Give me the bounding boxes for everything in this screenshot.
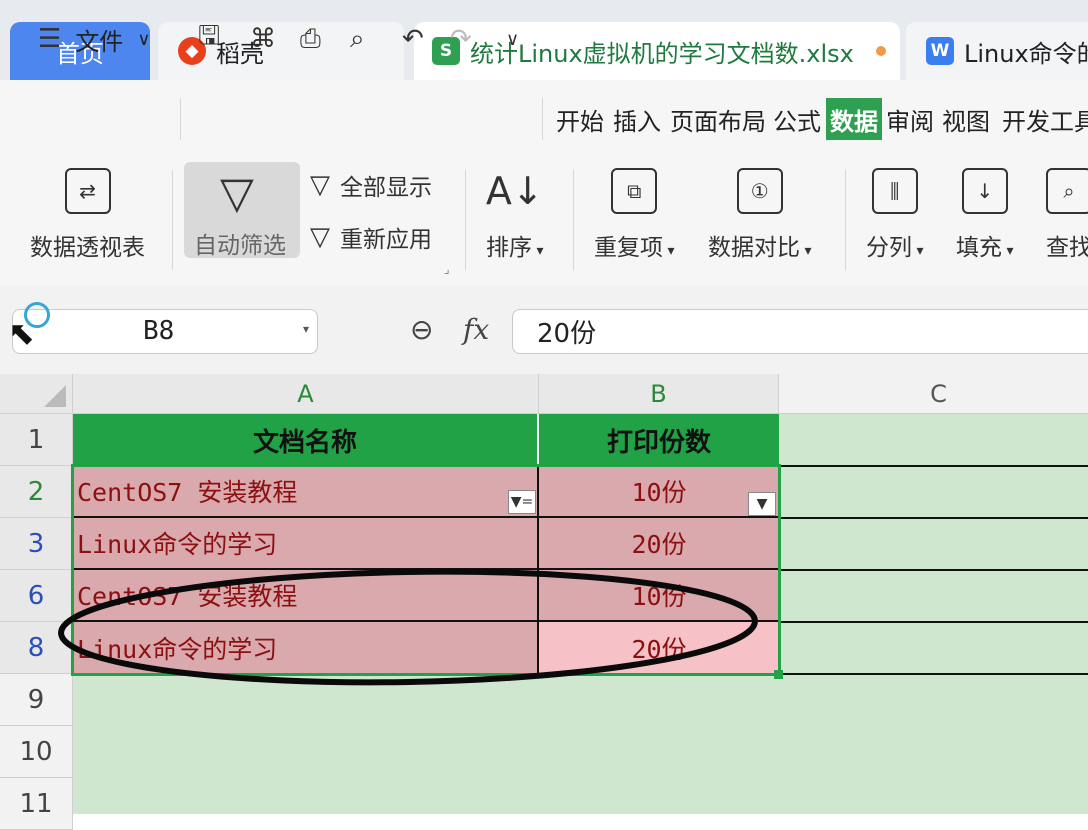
- tab-linux-label: Linux命令的: [964, 39, 1088, 68]
- menu-formula[interactable]: 公式: [773, 98, 821, 140]
- pivot-table-button[interactable]: ⇄ 数据透视表: [30, 168, 145, 262]
- name-box[interactable]: B8 ▾: [12, 309, 318, 354]
- column-header-c[interactable]: C: [779, 374, 1088, 414]
- funnel-eye-icon: ▽: [310, 170, 330, 200]
- tab-linux-doc[interactable]: W Linux命令的: [906, 22, 1088, 80]
- save-button[interactable]: 🖫: [198, 0, 220, 78]
- divider: [465, 170, 466, 270]
- print-preview-button[interactable]: ⌕: [350, 0, 365, 78]
- dropdown-arrow-icon[interactable]: ▾: [303, 322, 309, 336]
- reapply-button[interactable]: ▽ 重新应用: [310, 220, 432, 254]
- redo-button[interactable]: ↷: [450, 0, 472, 78]
- fx-icon[interactable]: fx: [463, 313, 489, 346]
- find-icon: ⌕: [1046, 168, 1088, 214]
- select-all-corner[interactable]: [0, 374, 73, 414]
- redo-icon: ↷: [450, 24, 472, 54]
- split-button[interactable]: ⫼ 分列 ▾: [866, 168, 923, 262]
- column-header-b[interactable]: B: [539, 374, 779, 414]
- fill-handle[interactable]: [774, 670, 783, 679]
- funnel-icon: ▽: [220, 168, 254, 219]
- zoom-icon[interactable]: ⊖: [410, 313, 433, 346]
- undo-icon: ↶: [402, 24, 424, 54]
- gridline: [779, 465, 1088, 467]
- find-button[interactable]: ⌕ 查找: [1046, 168, 1088, 262]
- divider: [172, 170, 173, 270]
- gridline: [779, 621, 1088, 623]
- divider: [542, 98, 543, 140]
- column-header-a[interactable]: A: [73, 374, 539, 414]
- gridline: [779, 517, 1088, 519]
- chevron-down-icon: ∨: [137, 28, 151, 50]
- menu-insert[interactable]: 插入: [613, 98, 661, 140]
- menu-developer[interactable]: 开发工具: [1002, 98, 1088, 140]
- sort-button[interactable]: A↓ 排序 ▾: [485, 168, 544, 262]
- menu-data[interactable]: 数据: [826, 98, 882, 140]
- word-icon: W: [926, 37, 954, 65]
- fill-down-icon: ↓: [961, 168, 1008, 214]
- funnel-refresh-icon: ▽: [310, 222, 330, 252]
- autofilter-label: 自动筛选: [194, 233, 286, 259]
- show-all-label: 全部显示: [340, 175, 432, 201]
- header-cell-print-count[interactable]: 打印份数: [539, 414, 779, 466]
- file-menu-button[interactable]: ☰ 文件 ∨: [38, 0, 151, 78]
- expand-corner-icon[interactable]: ⌟: [444, 262, 450, 276]
- divider: [180, 98, 181, 140]
- hamburger-icon: ☰: [38, 24, 62, 54]
- row-header-10[interactable]: 10: [0, 726, 73, 778]
- format-painter-icon: ⌘: [250, 24, 276, 54]
- menu-page-layout[interactable]: 页面布局: [670, 98, 766, 140]
- print-icon: ⎙: [300, 23, 321, 54]
- undo-button[interactable]: ↶: [402, 0, 424, 78]
- chevron-down-icon: ∨: [506, 28, 520, 50]
- loading-ring-icon: [24, 302, 50, 328]
- save-icon: 🖫: [198, 21, 221, 51]
- duplicates-button[interactable]: ⧉ 重复项 ▾: [594, 168, 674, 262]
- tab-active-file[interactable]: S 统计Linux虚拟机的学习文档数.xlsx: [414, 22, 900, 80]
- divider: [573, 170, 574, 270]
- unsaved-dot-icon: [875, 46, 886, 56]
- duplicates-icon: ⧉: [611, 168, 658, 214]
- find-label: 查找: [1046, 235, 1088, 261]
- format-painter-button[interactable]: ⌘: [250, 0, 276, 78]
- tab-file-label: 统计Linux虚拟机的学习文档数.xlsx: [470, 39, 854, 68]
- sort-label: 排序 ▾: [486, 235, 544, 261]
- menu-view[interactable]: 视图: [942, 98, 990, 140]
- menu-home[interactable]: 开始: [556, 98, 604, 140]
- split-label: 分列 ▾: [866, 235, 924, 261]
- compare-label: 数据对比 ▾: [708, 235, 812, 261]
- formula-input[interactable]: 20份: [512, 309, 1088, 354]
- pivot-table-label: 数据透视表: [30, 235, 145, 261]
- ribbon: [0, 158, 1088, 286]
- corner-triangle-icon: [44, 385, 66, 407]
- row-header-2[interactable]: 2: [0, 466, 73, 518]
- pivot-table-icon: ⇄: [64, 168, 111, 214]
- more-button[interactable]: ∨: [506, 0, 519, 78]
- duplicates-label: 重复项 ▾: [594, 235, 675, 261]
- autofilter-button[interactable]: ▽ 自动筛选: [184, 162, 300, 259]
- fill-button[interactable]: ↓ 填充 ▾: [956, 168, 1013, 262]
- file-menu-label: 文件: [75, 27, 124, 56]
- print-button[interactable]: ⎙: [300, 0, 321, 78]
- gridline: [779, 673, 1088, 675]
- annotation-ellipse: [58, 568, 758, 686]
- sort-icon: A↓: [485, 169, 544, 213]
- print-preview-icon: ⌕: [350, 23, 365, 54]
- fill-label: 填充 ▾: [956, 235, 1014, 261]
- split-columns-icon: ⫼: [871, 168, 918, 214]
- gridline: [779, 569, 1088, 571]
- reapply-label: 重新应用: [340, 227, 432, 253]
- compare-icon: ①: [736, 168, 783, 214]
- menu-review[interactable]: 审阅: [886, 98, 934, 140]
- row-header-1[interactable]: 1: [0, 414, 73, 466]
- compare-button[interactable]: ① 数据对比 ▾: [708, 168, 811, 262]
- header-cell-doc-name[interactable]: 文档名称: [73, 414, 539, 466]
- row-header-11[interactable]: 11: [0, 778, 73, 830]
- divider: [845, 170, 846, 270]
- show-all-button[interactable]: ▽ 全部显示: [310, 168, 432, 202]
- tab-daoke[interactable]: ◆ 稻壳: [158, 22, 404, 80]
- cell-ref-text: B8: [143, 316, 175, 346]
